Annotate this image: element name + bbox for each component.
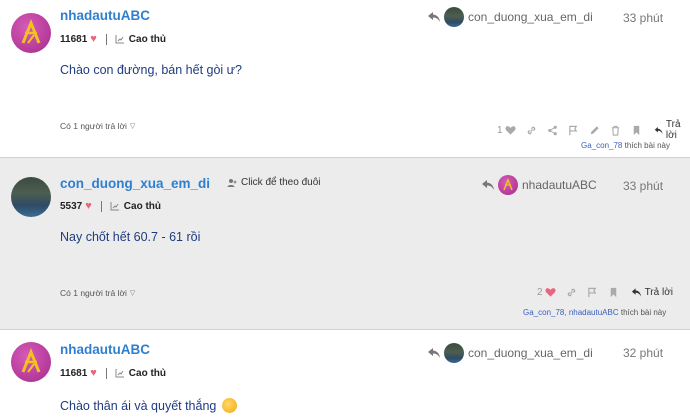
- replies-toggle-label: Có 1 người trả lời: [60, 288, 127, 298]
- points-count: 11681: [60, 367, 88, 379]
- liked-by-users[interactable]: Ga_con_78: [581, 141, 622, 150]
- reply-to-indicator[interactable]: con_duong_xua_em_di: [427, 343, 593, 363]
- liked-by-suffix: thích bài này: [620, 308, 667, 317]
- chart-icon: [115, 35, 124, 44]
- reply-button-label: Trả lời: [644, 287, 673, 298]
- post-time[interactable]: 32 phút: [623, 346, 663, 360]
- copy-link-button[interactable]: [566, 287, 577, 298]
- flag-button[interactable]: [587, 287, 598, 298]
- like-button[interactable]: 2: [537, 287, 556, 298]
- replies-toggle[interactable]: Có 1 người trả lời ▽: [60, 121, 135, 131]
- reply-button[interactable]: Trả lời: [654, 119, 690, 141]
- flag-button[interactable]: [568, 125, 579, 136]
- points-count: 11681: [60, 33, 88, 45]
- avatar[interactable]: [11, 13, 51, 53]
- avatar[interactable]: [11, 342, 51, 382]
- reply-arrow-icon: [428, 348, 440, 358]
- share-button[interactable]: [547, 125, 558, 136]
- follow-label: Click để theo đuôi: [241, 177, 321, 188]
- post-2: con_duong_xua_em_di Click để theo đuôi 5…: [0, 158, 690, 330]
- liked-by: Ga_con_78 thích bài này: [581, 141, 670, 150]
- liked-by-suffix: thích bài này: [624, 141, 670, 150]
- user-stats: 11681 ♥ Cao thủ: [60, 366, 166, 380]
- flag-icon: [587, 287, 596, 298]
- flag-icon: [568, 125, 577, 135]
- post-content: Chào con đường, bán hết gòi ư?: [60, 63, 243, 77]
- post-content: Nay chốt hết 60.7 - 61 rồi: [60, 230, 201, 244]
- chart-icon: [110, 202, 119, 211]
- link-icon: [527, 126, 535, 134]
- post-time[interactable]: 33 phút: [623, 11, 663, 25]
- brand-logo-icon: [503, 177, 513, 191]
- follow-button[interactable]: Click để theo đuôi: [227, 177, 321, 188]
- like-button[interactable]: 1: [497, 125, 516, 136]
- post-3: nhadautuABC 11681 ♥ Cao thủ con_duong_xu…: [0, 330, 690, 419]
- heart-icon: [545, 288, 556, 297]
- add-user-icon: [227, 178, 237, 187]
- reply-arrow-icon: [428, 12, 440, 22]
- delete-button[interactable]: [610, 125, 621, 136]
- points-count: 5537: [60, 200, 83, 212]
- reply-to-indicator[interactable]: nhadautuABC: [481, 175, 597, 195]
- reply-arrow-icon: [631, 288, 641, 297]
- edit-button[interactable]: [589, 125, 600, 136]
- bookmark-button[interactable]: [608, 287, 619, 298]
- reply-to-avatar: [444, 7, 464, 27]
- liked-by: Ga_con_78, nhadautuABC thích bài này: [523, 308, 666, 317]
- post-content-text: Chào thân ái và quyết thắng: [60, 399, 217, 413]
- replies-toggle[interactable]: Có 1 người trả lời ▽: [60, 288, 135, 298]
- reply-to-username: con_duong_xua_em_di: [468, 346, 593, 360]
- post-time[interactable]: 33 phút: [623, 179, 663, 193]
- heart-icon: [505, 125, 516, 135]
- reply-to-username: nhadautuABC: [522, 178, 597, 192]
- rolling-on-floor-laughing-emoji-icon: [221, 398, 237, 413]
- divider: [105, 33, 107, 45]
- chart-icon: [115, 369, 124, 378]
- post-1: nhadautuABC 11681 ♥ Cao thủ con_duong_xu…: [0, 0, 690, 158]
- brand-logo-icon: [21, 347, 41, 373]
- brand-logo-icon: [21, 18, 41, 44]
- avatar[interactable]: [11, 177, 51, 217]
- reply-arrow-icon: [654, 126, 663, 134]
- reply-button-label: Trả lời: [665, 119, 681, 141]
- pencil-icon: [590, 125, 599, 134]
- reply-to-avatar: [498, 175, 518, 195]
- bookmark-button[interactable]: [631, 125, 642, 136]
- liked-by-users[interactable]: Ga_con_78, nhadautuABC: [523, 308, 619, 317]
- reply-to-username: con_duong_xua_em_di: [468, 10, 593, 24]
- post-actions: 1 Trả lời: [497, 119, 690, 141]
- rank-label: Cao thủ: [128, 367, 167, 379]
- reply-arrow-icon: [482, 180, 494, 190]
- share-icon: [547, 125, 557, 135]
- divider: [105, 367, 107, 379]
- heart-icon: ♥: [85, 200, 92, 212]
- divider: [100, 200, 102, 212]
- copy-link-button[interactable]: [526, 125, 537, 136]
- bookmark-icon: [633, 125, 639, 135]
- trash-icon: [611, 125, 619, 136]
- post-actions: 2 Trả lời: [537, 287, 673, 298]
- reply-to-indicator[interactable]: con_duong_xua_em_di: [427, 7, 593, 27]
- username[interactable]: nhadautuABC: [60, 342, 150, 357]
- username[interactable]: nhadautuABC: [60, 8, 150, 23]
- like-count: 2: [537, 287, 543, 298]
- rank-label: Cao thủ: [128, 33, 167, 45]
- reply-button[interactable]: Trả lời: [631, 287, 673, 298]
- chevron-down-icon: ▽: [129, 290, 136, 297]
- bookmark-icon: [610, 287, 616, 298]
- heart-icon: ♥: [90, 367, 97, 379]
- rank-label: Cao thủ: [123, 200, 161, 212]
- user-stats: 5537 ♥ Cao thủ: [60, 199, 161, 213]
- user-stats: 11681 ♥ Cao thủ: [60, 32, 166, 46]
- username[interactable]: con_duong_xua_em_di: [60, 176, 210, 191]
- reply-to-avatar: [444, 343, 464, 363]
- chevron-down-icon: ▽: [129, 123, 136, 130]
- like-count: 1: [497, 124, 503, 136]
- post-content: Chào thân ái và quyết thắng: [60, 398, 237, 413]
- replies-toggle-label: Có 1 người trả lời: [60, 121, 127, 131]
- link-icon: [567, 288, 575, 297]
- heart-icon: ♥: [90, 33, 97, 45]
